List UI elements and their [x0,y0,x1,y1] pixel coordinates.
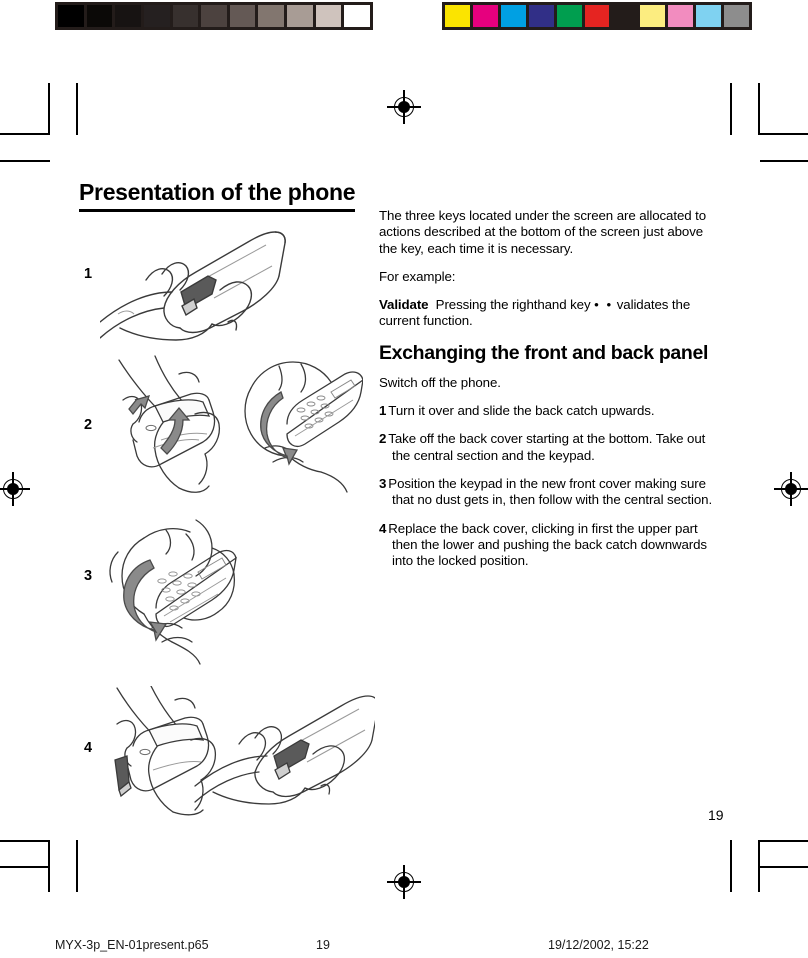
crop-mark-top-right-bleed-vertical [730,83,732,135]
crop-mark-top-right-horizontal [760,133,808,135]
content-column: The three keys located under the screen … [379,208,717,581]
figure-1-illustration [100,218,355,343]
color-patch-3 [528,5,554,27]
section-intro: Switch off the phone. [379,374,501,390]
step-text: Replace the back cover, clicking in firs… [388,520,707,569]
step-item-1: 1 Turn it over and slide the back catch u… [379,403,717,419]
color-patch-0 [445,5,470,27]
figure-label-1: 1 [84,266,93,282]
crop-mark-top-right-vertical [758,83,760,135]
footer-filename: MYX-3p_EN-01present.p65 [55,938,209,952]
print-footer: MYX-3p_EN-01present.p65 19 19/12/2002, 1… [0,938,808,958]
color-patch-4 [556,5,582,27]
registration-mark-right [774,472,808,506]
step-item-2: 2 Take off the back cover starting at the… [379,431,717,464]
color-calibration-bar [442,2,752,30]
step-number: 4 [379,520,387,536]
grayscale-patch-0 [58,5,84,27]
color-patch-1 [472,5,498,27]
crop-mark-bottom-left-bleed-vertical [76,840,78,892]
crop-mark-bottom-right-bleed-vertical [730,840,732,892]
crop-mark-top-left-bleed-horizontal [0,160,50,162]
color-patch-8 [668,5,694,27]
crop-mark-top-left-horizontal [0,133,50,135]
page-title: Presentation of the phone [79,180,355,212]
for-example-paragraph: For example: [379,268,456,284]
figure-2-illustration [95,352,363,497]
grayscale-patch-6 [229,5,256,27]
page-number: 19 [708,807,724,823]
step-text: Position the keypad in the new front cov… [388,475,713,508]
crop-mark-bottom-right-horizontal [760,840,808,842]
grayscale-patch-1 [86,5,113,27]
validate-term: Validate [379,297,429,313]
figure-4-illustration [95,686,375,816]
color-patch-6 [612,5,638,27]
step-text: Turn it over and slide the back catch up… [388,403,655,419]
step-number: 2 [379,431,387,447]
color-patch-5 [584,5,610,27]
step-number: 1 [379,403,387,419]
crop-mark-bottom-left-bleed-horizontal [0,866,50,868]
grayscale-patch-10 [344,5,371,27]
color-patch-10 [724,5,749,27]
step-text: Take off the back cover starting at the … [388,431,706,463]
validate-paragraph: Validate Pressing the righthand key • • … [379,297,717,330]
grayscale-patch-7 [258,5,285,27]
crop-mark-bottom-left-horizontal [0,840,50,842]
grayscale-patch-8 [287,5,313,27]
crop-mark-bottom-right-bleed-horizontal [760,866,808,868]
step-number: 3 [379,475,387,491]
footer-page-number: 19 [316,938,330,952]
color-patch-9 [696,5,722,27]
grayscale-patch-5 [201,5,227,27]
footer-timestamp: 19/12/2002, 15:22 [548,938,649,952]
figure-label-3: 3 [84,568,93,584]
righthand-key-icon: • • [594,297,614,313]
grayscale-patch-4 [172,5,199,27]
figure-label-2: 2 [84,417,93,433]
intro-paragraph: The three keys located under the screen … [379,208,707,256]
grayscale-patch-9 [315,5,342,27]
color-patch-2 [500,5,526,27]
crop-mark-top-left-bleed-vertical [76,83,78,135]
validate-text-before: Pressing the righthand key [435,297,591,313]
grayscale-patch-3 [143,5,170,27]
crop-mark-top-left-vertical [48,83,50,135]
step-item-3: 3 Position the keypad in the new front co… [379,476,717,509]
registration-mark-bottom [387,865,421,899]
crop-mark-top-right-bleed-horizontal [760,160,808,162]
grayscale-patch-2 [115,5,141,27]
section-heading: Exchanging the front and back panel [379,341,709,364]
registration-mark-left [0,472,30,506]
color-patch-7 [640,5,666,27]
figure-label-4: 4 [84,740,93,756]
step-item-4: 4 Replace the back cover, clicking in fir… [379,521,717,570]
grayscale-calibration-bar [55,2,373,30]
registration-mark-top [387,90,421,124]
figure-3-illustration [100,516,315,666]
